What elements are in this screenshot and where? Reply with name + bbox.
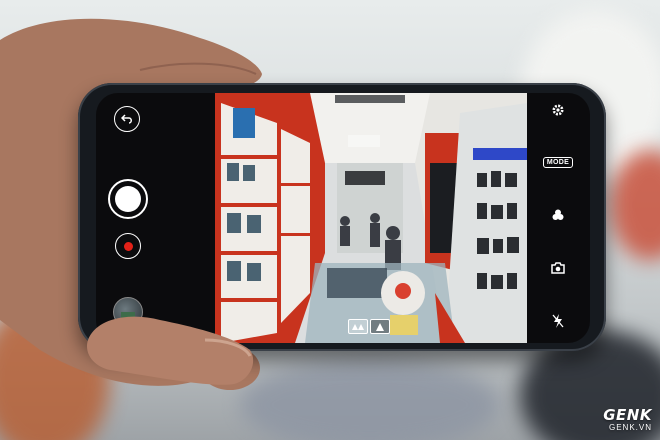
watermark-brand: GENK: [603, 406, 652, 424]
watermark-site: GENK.VN: [608, 423, 652, 432]
watermark: GENK GENK.VN: [603, 406, 652, 432]
thumb: [86, 316, 254, 385]
